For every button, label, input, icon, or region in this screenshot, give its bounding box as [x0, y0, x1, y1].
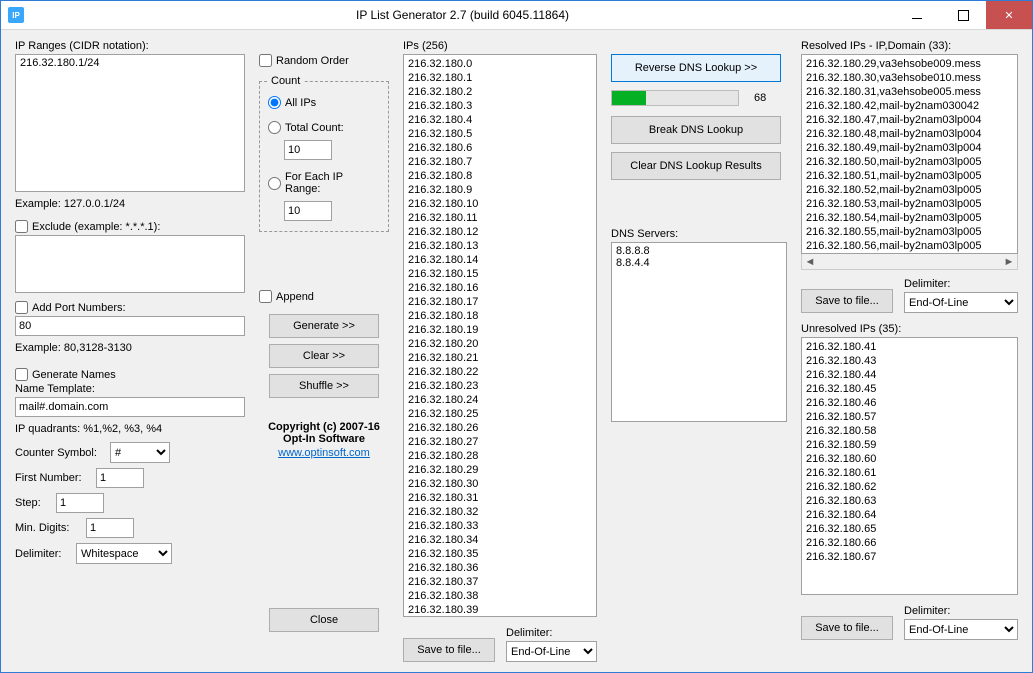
titlebar: IP IP List Generator 2.7 (build 6045.118… [1, 1, 1032, 30]
total-count-label: Total Count: [285, 122, 344, 134]
delimiter1-label: Delimiter: [15, 548, 71, 560]
scroll-left-icon[interactable]: ◄ [802, 254, 818, 269]
append-label: Append [276, 291, 314, 303]
ip-ranges-label: IP Ranges (CIDR notation): [15, 40, 245, 52]
minimize-button[interactable] [894, 1, 940, 29]
min-digits-input[interactable] [86, 518, 134, 538]
dns-servers-label: DNS Servers: [611, 228, 787, 240]
dns-progressbar [611, 90, 739, 106]
clear-button[interactable]: Clear >> [269, 344, 379, 368]
step-input[interactable] [56, 493, 104, 513]
addport-example: Example: 80,3128-3130 [15, 342, 245, 354]
all-ips-label: All IPs [285, 97, 316, 109]
random-order-label: Random Order [276, 55, 349, 67]
exclude-checkbox[interactable] [15, 220, 28, 233]
break-dns-button[interactable]: Break DNS Lookup [611, 116, 781, 144]
counter-symbol-select[interactable]: # [110, 442, 170, 463]
resolved-delim-label: Delimiter: [904, 278, 1018, 290]
app-icon: IP [8, 7, 24, 23]
total-count-radio[interactable] [268, 121, 281, 134]
save-ips-button[interactable]: Save to file... [403, 638, 495, 662]
reverse-dns-button[interactable]: Reverse DNS Lookup >> [611, 54, 781, 82]
addport-label: Add Port Numbers: [32, 302, 126, 314]
close-button[interactable]: Close [269, 608, 379, 632]
unresolved-label: Unresolved IPs (35): [801, 323, 1018, 335]
generate-button[interactable]: Generate >> [269, 314, 379, 338]
ips-listbox[interactable]: 216.32.180.0 216.32.180.1 216.32.180.2 2… [403, 54, 597, 617]
exclude-textarea[interactable] [15, 235, 245, 293]
unresolved-listbox[interactable]: 216.32.180.41 216.32.180.43 216.32.180.4… [801, 337, 1018, 595]
append-checkbox[interactable] [259, 290, 272, 303]
save-unresolved-button[interactable]: Save to file... [801, 616, 893, 640]
for-each-label: For Each IP Range: [285, 171, 380, 195]
first-number-label: First Number: [15, 472, 91, 484]
resolved-label: Resolved IPs - IP,Domain (33): [801, 40, 1018, 52]
delimiter3-label: Delimiter: [506, 627, 597, 639]
ip-ranges-textarea[interactable] [15, 54, 245, 192]
scroll-right-icon[interactable]: ► [1001, 254, 1017, 269]
maximize-button[interactable] [940, 1, 986, 29]
addport-checkbox[interactable] [15, 301, 28, 314]
client-area: IP Ranges (CIDR notation): Example: 127.… [1, 30, 1032, 672]
close-window-button[interactable] [986, 1, 1032, 29]
copyright-line1: Copyright (c) 2007-16 [259, 421, 389, 433]
exclude-label: Exclude (example: *.*.*.1): [32, 221, 160, 233]
for-each-input[interactable] [284, 201, 332, 221]
ip-quadrants-label: IP quadrants: %1,%2, %3, %4 [15, 423, 245, 435]
shuffle-button[interactable]: Shuffle >> [269, 374, 379, 398]
resolved-hscrollbar[interactable]: ◄ ► [801, 254, 1018, 270]
dns-progress-text: 68 [754, 92, 766, 104]
first-number-input[interactable] [96, 468, 144, 488]
all-ips-radio[interactable] [268, 96, 281, 109]
app-window: IP IP List Generator 2.7 (build 6045.118… [0, 0, 1033, 673]
dns-progress-fill [612, 91, 646, 105]
unresolved-delim-label: Delimiter: [904, 605, 1018, 617]
unresolved-delim-select[interactable]: End-Of-Line [904, 619, 1018, 640]
copyright-line2: Opt-In Software [259, 433, 389, 445]
counter-symbol-label: Counter Symbol: [15, 447, 105, 459]
addport-input[interactable] [15, 316, 245, 336]
dns-servers-textarea[interactable] [611, 242, 787, 422]
count-legend: Count [268, 75, 303, 87]
name-template-input[interactable] [15, 397, 245, 417]
delimiter1-select[interactable]: Whitespace [76, 543, 172, 564]
window-title: IP List Generator 2.7 (build 6045.11864) [31, 8, 894, 22]
clear-dns-button[interactable]: Clear DNS Lookup Results [611, 152, 781, 180]
name-template-label: Name Template: [15, 383, 245, 395]
resolved-delim-select[interactable]: End-Of-Line [904, 292, 1018, 313]
for-each-radio[interactable] [268, 177, 281, 190]
delimiter3-select[interactable]: End-Of-Line [506, 641, 597, 662]
save-resolved-button[interactable]: Save to file... [801, 289, 893, 313]
website-link[interactable]: www.optinsoft.com [278, 447, 370, 459]
count-fieldset: Count All IPs Total Count: For Each IP R… [259, 75, 389, 232]
generate-names-checkbox[interactable] [15, 368, 28, 381]
total-count-input[interactable] [284, 140, 332, 160]
random-order-checkbox[interactable] [259, 54, 272, 67]
min-digits-label: Min. Digits: [15, 522, 81, 534]
generate-names-label: Generate Names [32, 369, 116, 381]
resolved-listbox[interactable]: 216.32.180.29,va3ehsobe009.mess 216.32.1… [801, 54, 1018, 254]
ips-label: IPs (256) [403, 40, 597, 52]
step-label: Step: [15, 497, 51, 509]
ip-ranges-example: Example: 127.0.0.1/24 [15, 198, 245, 210]
